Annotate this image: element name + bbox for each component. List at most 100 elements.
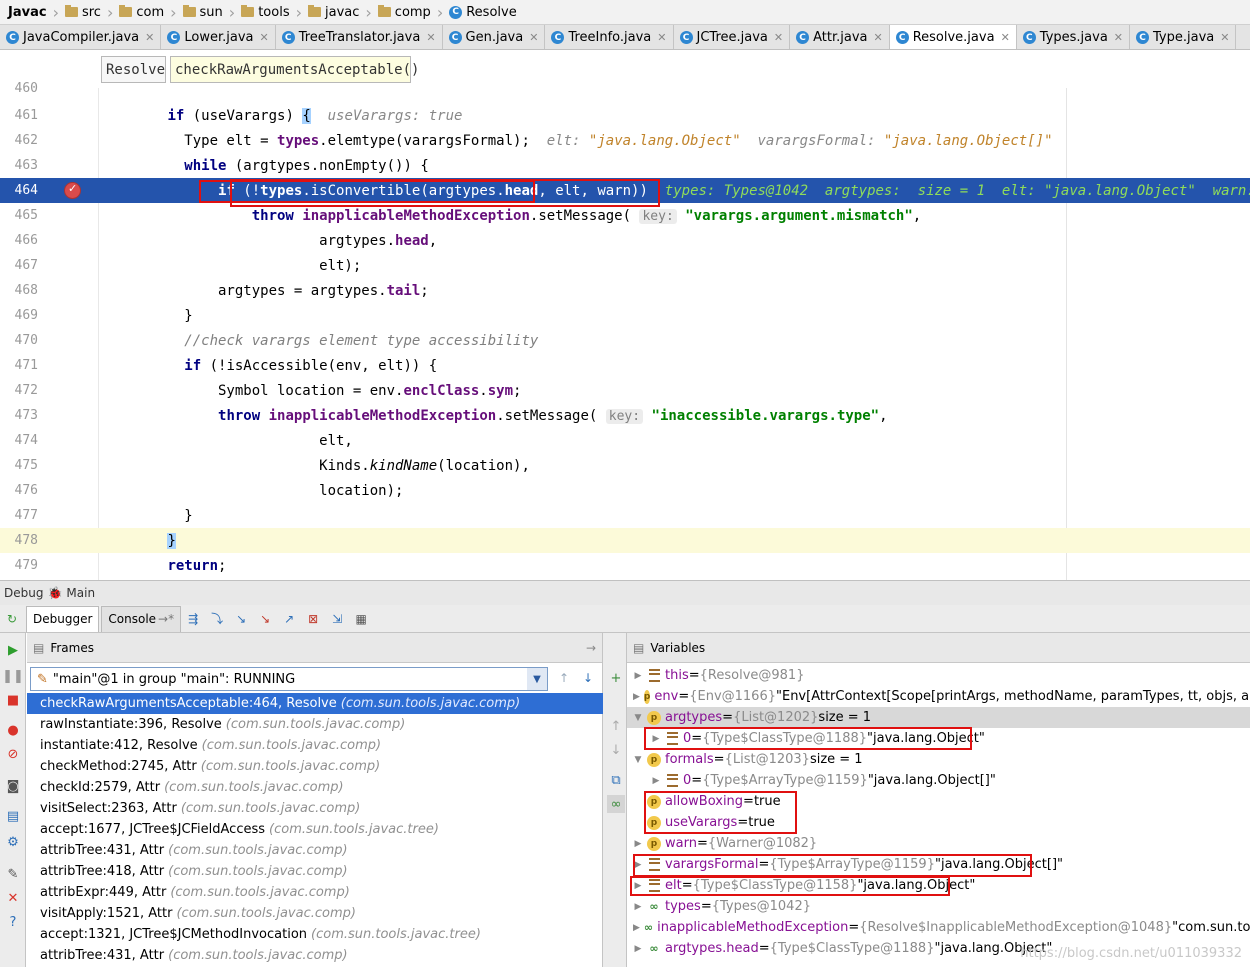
watches-toggle-icon[interactable]: ∞ [607, 795, 625, 813]
chevron-down-icon[interactable]: ▼ [527, 668, 547, 690]
settings-icon[interactable]: ⚙ [4, 833, 22, 851]
breadcrumb-item[interactable]: tools [237, 0, 293, 24]
breadcrumb-item[interactable]: sun [179, 0, 227, 24]
editor-tab[interactable]: C Resolve.java ✕ [889, 25, 1017, 49]
variable-row[interactable]: ▶ ∞ inapplicableMethodException = {Resolve… [627, 917, 1250, 938]
close-icon[interactable]: ✕ [1001, 31, 1010, 44]
editor-tab[interactable]: C Attr.java ✕ [790, 25, 890, 49]
evaluate-expression-icon[interactable]: ▦ [352, 610, 370, 628]
mute-breakpoints-icon[interactable]: ⊘ [4, 745, 22, 763]
close-icon[interactable]: ✕ [260, 31, 269, 44]
editor-tab[interactable]: C JCTree.java ✕ [674, 25, 791, 49]
variable-row[interactable]: ▶ ∞ types = {Types@1042} [627, 896, 1250, 917]
close-icon[interactable]: ✕ [873, 31, 882, 44]
editor-tab[interactable]: C Lower.java ✕ [161, 25, 276, 49]
stop-icon[interactable]: ■ [4, 691, 22, 709]
editor-tab[interactable]: C TreeTranslator.java ✕ [276, 25, 443, 49]
collapse-icon[interactable]: ▼ [633, 713, 643, 723]
stack-frame[interactable]: checkRawArgumentsAcceptable:464, Resolve… [27, 693, 603, 714]
stack-frame[interactable]: instantiate:412, Resolve (com.sun.tools.j… [27, 735, 603, 756]
breadcrumb-item[interactable]: C Resolve [445, 0, 520, 24]
run-to-cursor-icon[interactable]: ⇲ [328, 610, 346, 628]
breakpoint-icon[interactable] [64, 182, 81, 199]
close-icon[interactable]: ✕ [145, 31, 154, 44]
editor-tab[interactable]: C Types.java ✕ [1017, 25, 1131, 49]
stack-frame[interactable]: attribTree:431, Attr (com.sun.tools.javac… [27, 840, 603, 861]
move-down-icon[interactable]: ↓ [607, 741, 625, 759]
force-step-into-icon[interactable]: ↘ [256, 610, 274, 628]
stack-frame[interactable]: checkId:2579, Attr (com.sun.tools.javac.c… [27, 777, 603, 798]
collapse-icon[interactable]: ▼ [633, 755, 643, 765]
view-breakpoints-icon[interactable]: ● [4, 721, 22, 739]
expand-icon[interactable]: ▶ [651, 734, 661, 744]
drop-frame-icon[interactable]: ⊠ [304, 610, 322, 628]
copy-icon[interactable]: ⧉ [607, 771, 625, 789]
stack-frame[interactable]: visitSelect:2363, Attr (com.sun.tools.jav… [27, 798, 603, 819]
rerun-icon[interactable]: ↻ [3, 610, 21, 628]
resume-icon[interactable]: ▶ [4, 641, 22, 659]
variable-row[interactable]: ▶ 0 = {Type$ArrayType@1159} "java.lang.Ob… [627, 770, 1250, 791]
variable-row[interactable]: ▼ p formals = {List@1203} size = 1 [627, 749, 1250, 770]
close-icon[interactable]: ✕ [4, 889, 22, 907]
stack-frame[interactable]: visitApply:1521, Attr (com.sun.tools.java… [27, 903, 603, 924]
expand-icon[interactable]: ▶ [633, 902, 643, 912]
step-out-icon[interactable]: ↗ [280, 610, 298, 628]
tab-console[interactable]: Console →* [101, 605, 182, 632]
close-icon[interactable]: ✕ [1220, 31, 1229, 44]
frame-down-icon[interactable]: ↓ [583, 671, 593, 685]
pin-tab-icon[interactable]: ✎ [4, 865, 22, 883]
layout-icon[interactable]: ▤ [4, 807, 22, 825]
variable-row[interactable]: ▶ p env = {Env@1166} "Env[AttrContext[Scop… [627, 686, 1250, 707]
variable-row[interactable]: p allowBoxing = true [627, 791, 1250, 812]
help-icon[interactable]: ? [4, 913, 22, 931]
variable-row[interactable]: p useVarargs = true [627, 812, 1250, 833]
expand-icon[interactable]: ▶ [633, 923, 640, 933]
expand-icon[interactable]: ▶ [633, 692, 640, 702]
stack-frame[interactable]: checkMethod:2745, Attr (com.sun.tools.jav… [27, 756, 603, 777]
tab-debugger[interactable]: Debugger [26, 605, 100, 632]
thread-selector[interactable]: ✎ "main"@1 in group "main": RUNNING ▼ [30, 667, 548, 691]
variable-row[interactable]: ▶ p warn = {Warner@1082} [627, 833, 1250, 854]
frame-up-icon[interactable]: ↑ [559, 671, 569, 685]
stack-frame[interactable]: attribTree:418, Attr (com.sun.tools.javac… [27, 861, 603, 882]
expand-icon[interactable]: ▶ [633, 881, 643, 891]
expand-icon[interactable]: ▶ [633, 839, 643, 849]
editor-tab[interactable]: C Gen.java ✕ [443, 25, 546, 49]
stack-frame[interactable]: accept:1321, JCTree$JCMethodInvocation (c… [27, 924, 603, 945]
run-config-name[interactable]: Main [66, 586, 95, 600]
breadcrumb-item[interactable]: comp [374, 0, 435, 24]
stack-frame[interactable]: attribTree:431, Attr (com.sun.tools.javac… [27, 945, 603, 966]
show-execution-point-icon[interactable]: ⇶ [184, 610, 202, 628]
code-editor[interactable]: Resolve checkRawArgumentsAcceptable() 46… [0, 51, 1250, 580]
breadcrumb-item[interactable]: Javac [4, 0, 51, 24]
variable-row[interactable]: ▼ p argtypes = {List@1202} size = 1 [627, 707, 1250, 728]
expand-icon[interactable]: ▶ [633, 860, 643, 870]
close-icon[interactable]: ✕ [529, 31, 538, 44]
editor-tab[interactable]: C TreeInfo.java ✕ [545, 25, 674, 49]
step-over-icon[interactable]: ⤵ [208, 610, 226, 628]
step-into-icon[interactable]: ↘ [232, 610, 250, 628]
close-icon[interactable]: ✕ [426, 31, 435, 44]
move-up-icon[interactable]: ↑ [607, 717, 625, 735]
variable-row[interactable]: ▶ varargsFormal = {Type$ArrayType@1159} "… [627, 854, 1250, 875]
variable-row[interactable]: ▶ this = {Resolve@981} [627, 665, 1250, 686]
close-icon[interactable]: ✕ [1114, 31, 1123, 44]
stack-frame[interactable]: attribExpr:449, Attr (com.sun.tools.javac… [27, 882, 603, 903]
add-watch-icon[interactable]: + [607, 669, 625, 687]
stack-frame[interactable]: accept:1677, JCTree$JCFieldAccess (com.su… [27, 819, 603, 840]
breadcrumb-item[interactable]: com [115, 0, 168, 24]
close-icon[interactable]: ✕ [774, 31, 783, 44]
variable-row[interactable]: ▶ 0 = {Type$ClassType@1188} "java.lang.Ob… [627, 728, 1250, 749]
hide-panel-icon[interactable]: → [586, 641, 596, 655]
expand-icon[interactable]: ▶ [651, 776, 661, 786]
breadcrumb-item[interactable]: javac [304, 0, 363, 24]
editor-tab[interactable]: C JavaCompiler.java ✕ [0, 25, 162, 49]
expand-icon[interactable]: ▶ [633, 944, 643, 954]
pause-icon[interactable]: ❚❚ [2, 667, 24, 685]
expand-icon[interactable]: ▶ [633, 671, 643, 681]
stack-frame[interactable]: rawInstantiate:396, Resolve (com.sun.tool… [27, 714, 603, 735]
breadcrumb-item[interactable]: src [61, 0, 105, 24]
editor-tab[interactable]: C Type.java ✕ [1130, 25, 1237, 49]
variable-row[interactable]: ▶ elt = {Type$ClassType@1158} "java.lang.… [627, 875, 1250, 896]
camera-icon[interactable]: ◙ [4, 777, 22, 795]
